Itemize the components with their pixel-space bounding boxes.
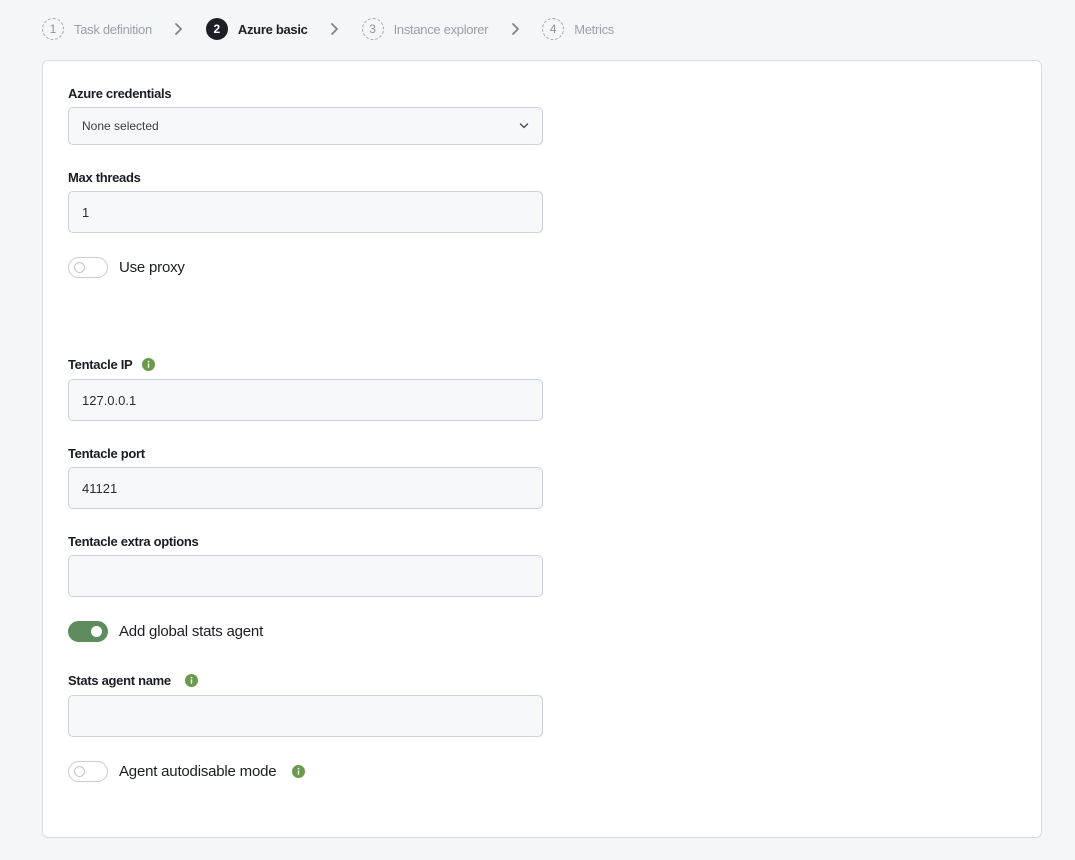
- stats-agent-name-label: Stats agent name: [68, 673, 171, 688]
- max-threads-label: Max threads: [68, 170, 141, 185]
- max-threads-input[interactable]: 1: [68, 191, 543, 233]
- step-instance-explorer[interactable]: 3 Instance explorer: [361, 18, 489, 40]
- use-proxy-row: Use proxy: [68, 257, 185, 278]
- wizard-stepper: 1 Task definition 2 Azure basic 3 Instan…: [42, 18, 614, 40]
- step-label: Metrics: [574, 21, 614, 37]
- chevron-right-icon: [510, 21, 520, 37]
- step-metrics[interactable]: 4 Metrics: [542, 18, 614, 40]
- tentacle-extra-options-input[interactable]: [68, 555, 543, 597]
- step-number: 1: [42, 18, 64, 40]
- info-icon[interactable]: [292, 765, 306, 778]
- tentacle-ip-label-row: Tentacle IP: [68, 357, 156, 372]
- step-label: Task definition: [74, 21, 152, 37]
- step-number: 4: [542, 18, 565, 40]
- form-card: Azure credentials None selected Max thre…: [42, 60, 1042, 838]
- stats-agent-name-label-row: Stats agent name: [68, 673, 198, 688]
- tentacle-port-input[interactable]: 41121: [68, 467, 543, 509]
- use-proxy-toggle[interactable]: [68, 257, 108, 278]
- chevron-right-icon: [330, 21, 340, 37]
- tentacle-port-label: Tentacle port: [68, 446, 145, 461]
- tentacle-ip-label: Tentacle IP: [68, 357, 133, 372]
- add-global-stats-agent-toggle[interactable]: [68, 621, 108, 642]
- step-azure-basic[interactable]: 2 Azure basic: [205, 18, 308, 40]
- step-task-definition[interactable]: 1 Task definition: [42, 18, 152, 40]
- info-icon[interactable]: [142, 358, 156, 371]
- agent-autodisable-mode-row: Agent autodisable mode: [68, 761, 306, 782]
- step-label: Azure basic: [237, 21, 308, 37]
- chevron-down-icon: [519, 123, 529, 130]
- tentacle-ip-input[interactable]: 127.0.0.1: [68, 379, 543, 421]
- azure-credentials-label: Azure credentials: [68, 86, 172, 101]
- add-global-stats-agent-row: Add global stats agent: [68, 621, 263, 642]
- agent-autodisable-mode-toggle[interactable]: [68, 761, 108, 782]
- step-number: 2: [205, 18, 228, 40]
- agent-autodisable-mode-label: Agent autodisable mode: [119, 763, 277, 780]
- tentacle-extra-options-label: Tentacle extra options: [68, 534, 199, 549]
- use-proxy-label: Use proxy: [119, 259, 185, 276]
- step-number: 3: [361, 18, 384, 40]
- info-icon[interactable]: [184, 674, 198, 687]
- step-label: Instance explorer: [393, 21, 489, 37]
- add-global-stats-agent-label: Add global stats agent: [119, 623, 264, 640]
- chevron-right-icon: [174, 21, 184, 37]
- azure-credentials-value: None selected: [82, 119, 159, 133]
- azure-credentials-select[interactable]: None selected: [68, 107, 543, 145]
- stats-agent-name-input[interactable]: [68, 695, 543, 737]
